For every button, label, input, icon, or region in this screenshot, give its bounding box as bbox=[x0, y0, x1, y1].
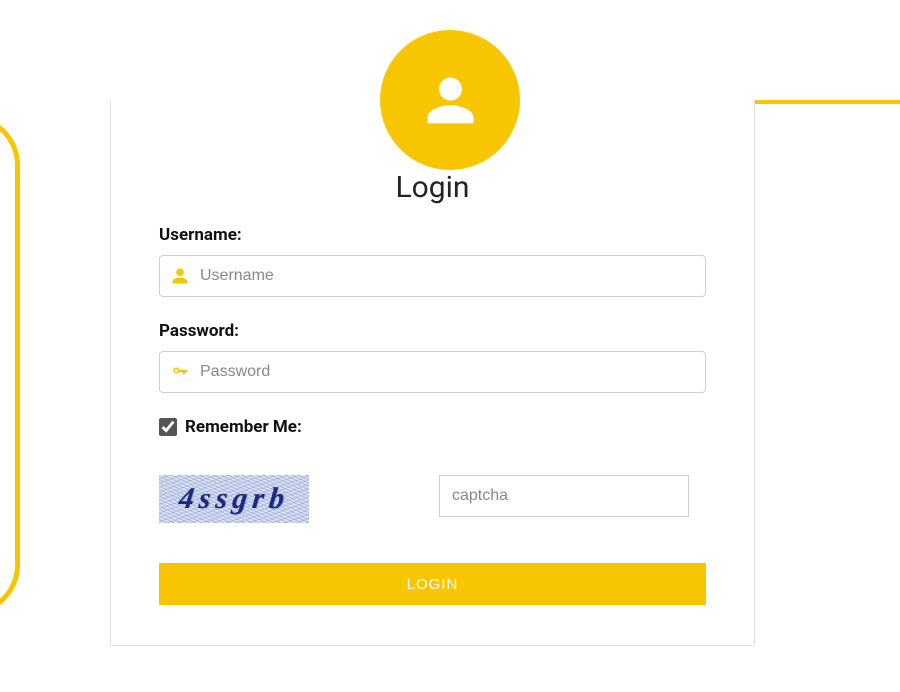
key-icon bbox=[171, 363, 189, 381]
captcha-image-text: 4ssgrb bbox=[177, 482, 291, 516]
password-group: Password: bbox=[159, 321, 706, 393]
username-input[interactable] bbox=[159, 255, 706, 297]
password-label: Password: bbox=[159, 321, 706, 341]
username-label: Username: bbox=[159, 225, 706, 245]
login-button[interactable]: LOGIN bbox=[159, 563, 706, 605]
password-input[interactable] bbox=[159, 351, 706, 393]
remember-checkbox[interactable] bbox=[159, 418, 177, 436]
user-icon bbox=[423, 73, 478, 128]
username-group: Username: bbox=[159, 225, 706, 297]
login-card: Login Username: Password: Remember Me: 4… bbox=[110, 100, 755, 646]
captcha-group: 4ssgrb bbox=[159, 475, 706, 523]
user-icon bbox=[171, 267, 189, 285]
username-input-wrap bbox=[159, 255, 706, 297]
captcha-input[interactable] bbox=[439, 475, 689, 517]
remember-group: Remember Me: bbox=[159, 417, 706, 437]
login-avatar-badge bbox=[380, 30, 520, 170]
login-title: Login bbox=[159, 170, 706, 205]
remember-label: Remember Me: bbox=[185, 417, 302, 437]
decorative-panel bbox=[0, 115, 20, 615]
captcha-image: 4ssgrb bbox=[159, 475, 309, 523]
password-input-wrap bbox=[159, 351, 706, 393]
